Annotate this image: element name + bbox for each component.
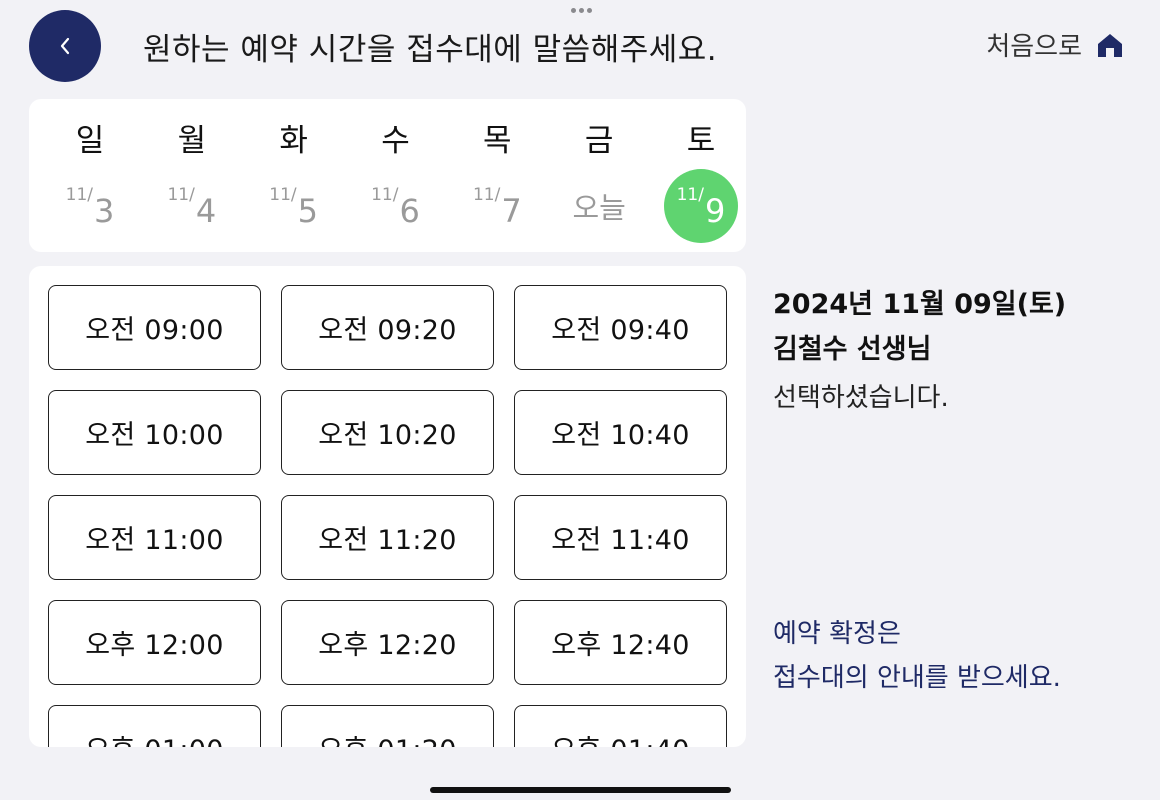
date-11-5[interactable]: 11/5: [257, 169, 331, 243]
today-label: 오늘: [572, 191, 626, 225]
date-today[interactable]: 오늘: [562, 169, 636, 243]
weekday-label: 일: [75, 123, 105, 159]
date-month: 11: [269, 185, 291, 205]
weekday-label: 수: [381, 123, 410, 159]
confirmation-notice: 예약 확정은 접수대의 안내를 받으세요.: [773, 612, 1061, 700]
date-11-7[interactable]: 11/7: [460, 169, 534, 243]
date-11-9-selected[interactable]: 11/9: [663, 169, 738, 243]
date-11-4[interactable]: 11/4: [155, 169, 229, 243]
chevron-left-icon: [60, 37, 70, 55]
date-month: 11: [676, 185, 699, 205]
home-button[interactable]: 처음으로: [986, 26, 1124, 63]
home-icon: [1098, 33, 1122, 57]
date-row: 11/3 11/4 11/5 11/6 11/7 오늘 11/9: [66, 169, 738, 243]
weekday-label: 화: [279, 123, 308, 159]
back-button[interactable]: [29, 10, 101, 82]
weekday-label: 금: [584, 123, 614, 159]
date-month: 11: [65, 185, 88, 205]
time-slot-button[interactable]: 오전 09:20: [281, 285, 494, 370]
weekday-label: 목: [483, 123, 512, 159]
time-slot-button[interactable]: 오전 10:40: [514, 390, 727, 475]
time-slot-list[interactable]: 오전 09:00 오전 09:20 오전 09:40 오전 10:00 오전 1…: [29, 266, 746, 747]
selection-message: 선택하셨습니다.: [773, 383, 949, 413]
date-month: 11: [371, 185, 393, 205]
time-slot-button[interactable]: 오전 11:00: [48, 495, 261, 580]
selected-teacher: 김철수 선생님: [773, 334, 932, 365]
time-slot-button[interactable]: 오전 11:20: [281, 495, 494, 580]
date-11-6[interactable]: 11/6: [358, 169, 432, 243]
date-month: 11: [167, 185, 190, 205]
date-11-3[interactable]: 11/3: [53, 169, 127, 243]
date-day: 7: [501, 192, 522, 230]
page-title: 원하는 예약 시간을 접수대에 말씀해주세요.: [143, 32, 718, 68]
time-slot-button[interactable]: 오후 12:20: [281, 600, 494, 685]
drag-handle[interactable]: [569, 8, 593, 14]
time-slot-button[interactable]: 오후 12:00: [48, 600, 261, 685]
date-day: 5: [297, 192, 319, 230]
calendar-card: 일 월 화 수 목 금 토 11/3 11/4 11/5 11/6 11/7 오…: [29, 99, 746, 252]
notice-line-1: 예약 확정은: [773, 619, 901, 649]
time-slot-button[interactable]: 오전 09:40: [514, 285, 727, 370]
time-slot-button[interactable]: 오후 01:20: [281, 705, 494, 747]
time-slot-button[interactable]: 오후 01:00: [48, 705, 261, 747]
home-label: 처음으로: [986, 32, 1082, 62]
time-slot-button[interactable]: 오후 01:40: [514, 705, 727, 747]
time-slot-button[interactable]: 오전 09:00: [48, 285, 261, 370]
weekday-label: 토: [686, 123, 716, 159]
time-slot-button[interactable]: 오전 10:20: [281, 390, 494, 475]
date-month: 11: [472, 185, 495, 205]
selection-summary: 2024년 11월 09일(토) 김철수 선생님 선택하셨습니다.: [773, 286, 1066, 417]
weekday-label: 월: [177, 123, 207, 159]
selected-date: 2024년 11월 09일(토): [773, 289, 1067, 320]
date-day: 9: [704, 192, 726, 230]
time-slot-button[interactable]: 오후 12:40: [514, 600, 727, 685]
date-day: 6: [399, 192, 420, 230]
time-slot-button[interactable]: 오전 11:40: [514, 495, 727, 580]
home-indicator[interactable]: [430, 787, 731, 793]
time-slot-button[interactable]: 오전 10:00: [48, 390, 261, 475]
date-day: 4: [195, 192, 217, 230]
weekday-row: 일 월 화 수 목 금 토: [67, 115, 724, 160]
notice-line-2: 접수대의 안내를 받으세요.: [773, 663, 1061, 693]
date-day: 3: [94, 192, 115, 230]
